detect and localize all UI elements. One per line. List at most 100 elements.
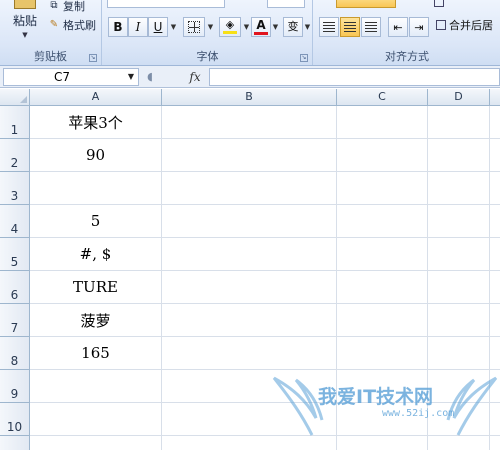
column-header-c[interactable]: C bbox=[337, 89, 428, 106]
cell-c11[interactable] bbox=[337, 436, 428, 450]
row-header-11[interactable]: 11 bbox=[0, 436, 30, 450]
cell-b6[interactable] bbox=[162, 271, 337, 304]
cell-a9[interactable] bbox=[30, 370, 162, 403]
column-header-d[interactable]: D bbox=[428, 89, 490, 106]
cell-d3[interactable] bbox=[428, 172, 490, 205]
row-header-1[interactable]: 1 bbox=[0, 106, 30, 139]
phonetic-guide-button[interactable]: 变 bbox=[283, 17, 303, 37]
cell-d10[interactable] bbox=[428, 403, 490, 436]
cell-b10[interactable] bbox=[162, 403, 337, 436]
row-header-9[interactable]: 9 bbox=[0, 370, 30, 403]
cell-overflow[interactable] bbox=[490, 436, 500, 450]
wrap-text-button[interactable] bbox=[434, 0, 447, 11]
cell-d9[interactable] bbox=[428, 370, 490, 403]
dialog-launcher-icon[interactable]: ↘ bbox=[300, 54, 308, 62]
cell-c5[interactable] bbox=[337, 238, 428, 271]
cell-a2[interactable]: 90 bbox=[30, 139, 162, 172]
cell-b11[interactable] bbox=[162, 436, 337, 450]
cell-overflow[interactable] bbox=[490, 172, 500, 205]
column-header-a[interactable]: A bbox=[30, 89, 162, 106]
cell-a6[interactable]: TURE bbox=[30, 271, 162, 304]
cell-c2[interactable] bbox=[337, 139, 428, 172]
cell-a10[interactable] bbox=[30, 403, 162, 436]
cell-a5[interactable]: #, $ bbox=[30, 238, 162, 271]
cell-d6[interactable] bbox=[428, 271, 490, 304]
row-header-3[interactable]: 3 bbox=[0, 172, 30, 205]
cell-a1[interactable]: 苹果3个 bbox=[30, 106, 162, 139]
increase-indent-button[interactable]: ⇥ bbox=[409, 17, 429, 37]
borders-button[interactable] bbox=[183, 17, 205, 37]
chevron-down-icon[interactable]: ▼ bbox=[128, 69, 134, 85]
select-all-button[interactable] bbox=[0, 89, 30, 106]
borders-dropdown-icon[interactable]: ▼ bbox=[206, 17, 215, 37]
font-color-button[interactable]: A bbox=[251, 17, 271, 37]
cell-d8[interactable] bbox=[428, 337, 490, 370]
row-header-7[interactable]: 7 bbox=[0, 304, 30, 337]
formula-input[interactable] bbox=[209, 68, 500, 86]
cell-overflow[interactable] bbox=[490, 238, 500, 271]
cell-c9[interactable] bbox=[337, 370, 428, 403]
fill-color-button[interactable]: ◈ bbox=[219, 17, 241, 37]
align-left-button[interactable] bbox=[319, 17, 339, 37]
align-center-button[interactable] bbox=[340, 17, 360, 37]
cell-overflow[interactable] bbox=[490, 106, 500, 139]
cell-overflow[interactable] bbox=[490, 403, 500, 436]
font-name-combo[interactable] bbox=[107, 0, 225, 8]
row-header-5[interactable]: 5 bbox=[0, 238, 30, 271]
format-painter-button[interactable]: ✎ 格式刷 bbox=[48, 16, 96, 34]
cell-b7[interactable] bbox=[162, 304, 337, 337]
formula-bar-splitter[interactable]: ◖ bbox=[144, 69, 156, 85]
paste-button[interactable]: 粘贴 ▼ bbox=[6, 0, 44, 44]
cell-b9[interactable] bbox=[162, 370, 337, 403]
row-header-4[interactable]: 4 bbox=[0, 205, 30, 238]
cell-c6[interactable] bbox=[337, 271, 428, 304]
align-right-button[interactable] bbox=[361, 17, 381, 37]
cell-overflow[interactable] bbox=[490, 370, 500, 403]
underline-dropdown-icon[interactable]: ▼ bbox=[169, 17, 178, 37]
cell-d1[interactable] bbox=[428, 106, 490, 139]
cell-d7[interactable] bbox=[428, 304, 490, 337]
cell-overflow[interactable] bbox=[490, 337, 500, 370]
cell-a4[interactable]: 5 bbox=[30, 205, 162, 238]
row-header-10[interactable]: 10 bbox=[0, 403, 30, 436]
cell-b4[interactable] bbox=[162, 205, 337, 238]
cell-d4[interactable] bbox=[428, 205, 490, 238]
phonetic-dropdown-icon[interactable]: ▼ bbox=[303, 17, 312, 37]
copy-button[interactable]: ⧉ 复制 bbox=[48, 0, 85, 15]
merge-center-button[interactable]: 合并后居 bbox=[434, 17, 500, 37]
cell-overflow[interactable] bbox=[490, 304, 500, 337]
cell-c1[interactable] bbox=[337, 106, 428, 139]
font-size-combo[interactable] bbox=[267, 0, 305, 8]
cell-a7[interactable]: 菠萝 bbox=[30, 304, 162, 337]
name-box[interactable]: C7 ▼ bbox=[3, 68, 139, 86]
font-color-dropdown-icon[interactable]: ▼ bbox=[271, 17, 280, 37]
cell-c4[interactable] bbox=[337, 205, 428, 238]
row-header-2[interactable]: 2 bbox=[0, 139, 30, 172]
cell-b1[interactable] bbox=[162, 106, 337, 139]
bold-button[interactable]: B bbox=[108, 17, 128, 37]
row-header-6[interactable]: 6 bbox=[0, 271, 30, 304]
cell-b5[interactable] bbox=[162, 238, 337, 271]
cell-a8[interactable]: 165 bbox=[30, 337, 162, 370]
cell-a3[interactable] bbox=[30, 172, 162, 205]
underline-button[interactable]: U bbox=[148, 17, 168, 37]
orientation-button[interactable] bbox=[336, 0, 396, 8]
dialog-launcher-icon[interactable]: ↘ bbox=[89, 54, 97, 62]
cell-overflow[interactable] bbox=[490, 271, 500, 304]
cell-overflow[interactable] bbox=[490, 139, 500, 172]
cell-d11[interactable] bbox=[428, 436, 490, 450]
column-header-b[interactable]: B bbox=[162, 89, 337, 106]
row-header-8[interactable]: 8 bbox=[0, 337, 30, 370]
cell-c3[interactable] bbox=[337, 172, 428, 205]
fill-color-dropdown-icon[interactable]: ▼ bbox=[242, 17, 251, 37]
italic-button[interactable]: I bbox=[128, 17, 148, 37]
cell-c7[interactable] bbox=[337, 304, 428, 337]
cell-a11[interactable] bbox=[30, 436, 162, 450]
cell-b2[interactable] bbox=[162, 139, 337, 172]
cell-overflow[interactable] bbox=[490, 205, 500, 238]
cell-b8[interactable] bbox=[162, 337, 337, 370]
insert-function-button[interactable]: fx bbox=[184, 69, 206, 85]
cell-d5[interactable] bbox=[428, 238, 490, 271]
cell-d2[interactable] bbox=[428, 139, 490, 172]
cell-b3[interactable] bbox=[162, 172, 337, 205]
